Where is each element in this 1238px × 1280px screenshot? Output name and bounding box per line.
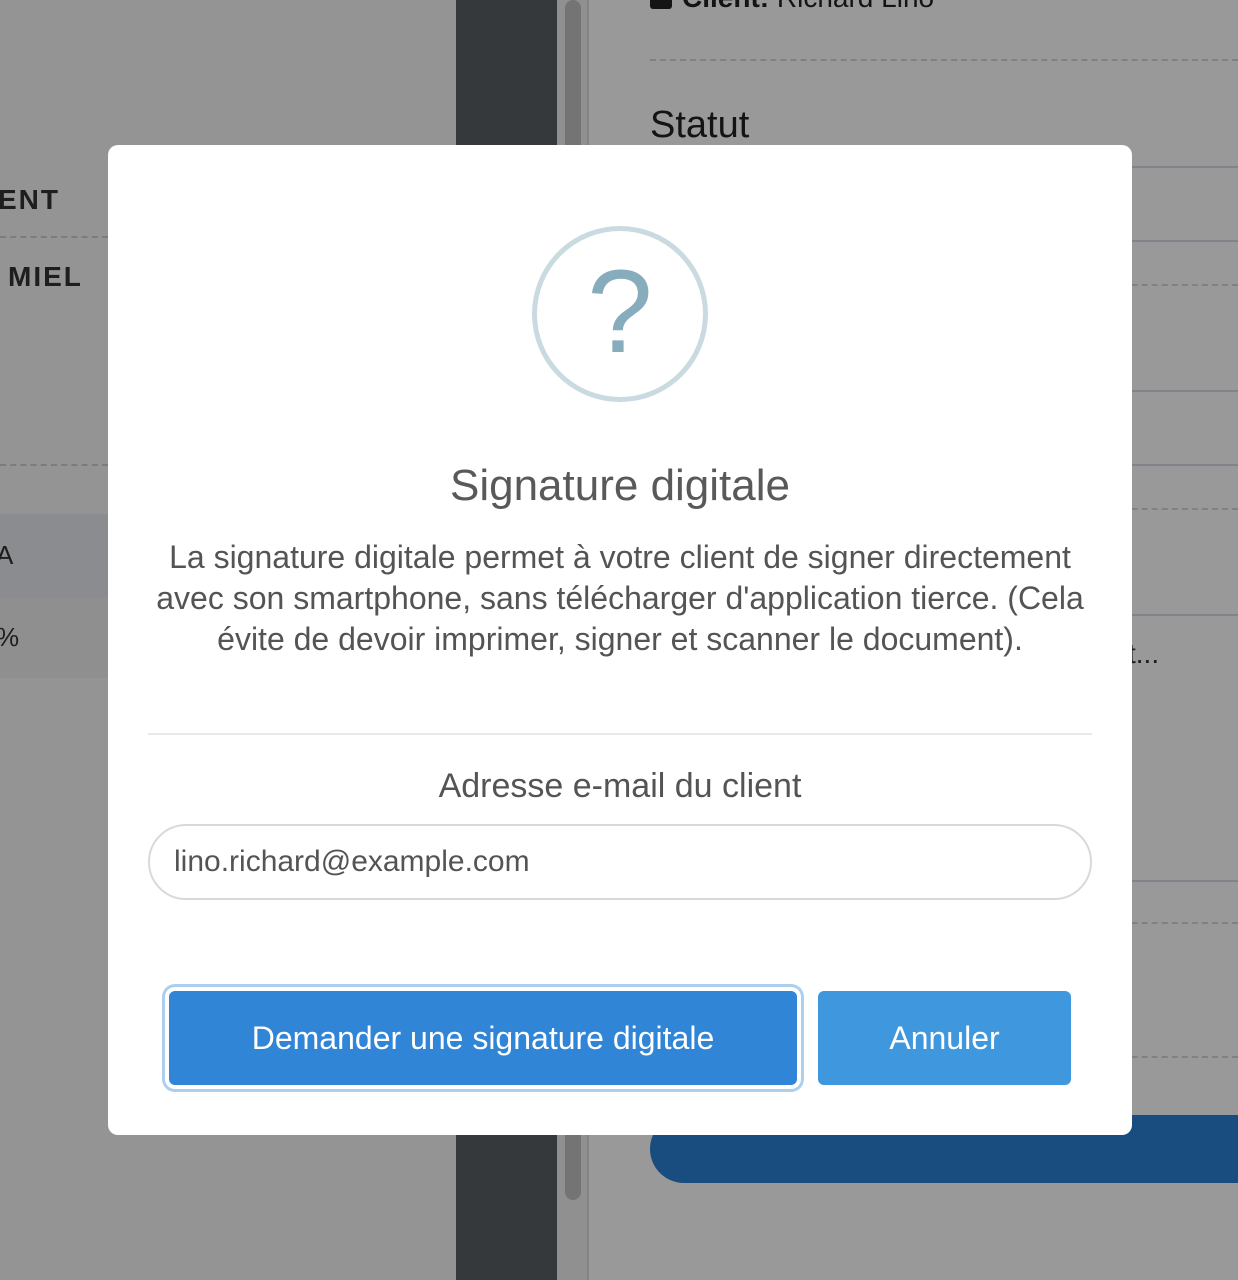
dialog-description: La signature digitale permet à votre cli…	[156, 539, 1084, 657]
email-field[interactable]	[148, 824, 1092, 900]
request-signature-button[interactable]: Demander une signature digitale	[169, 991, 797, 1085]
signature-dialog: ? Signature digitale La signature digita…	[108, 145, 1132, 1135]
dialog-title: Signature digitale	[449, 461, 790, 510]
cancel-button[interactable]: Annuler	[818, 991, 1071, 1085]
question-icon: ?	[532, 226, 708, 402]
dialog-divider	[148, 733, 1092, 735]
question-mark-glyph: ?	[587, 246, 653, 378]
email-label: Adresse e-mail du client	[438, 767, 802, 805]
